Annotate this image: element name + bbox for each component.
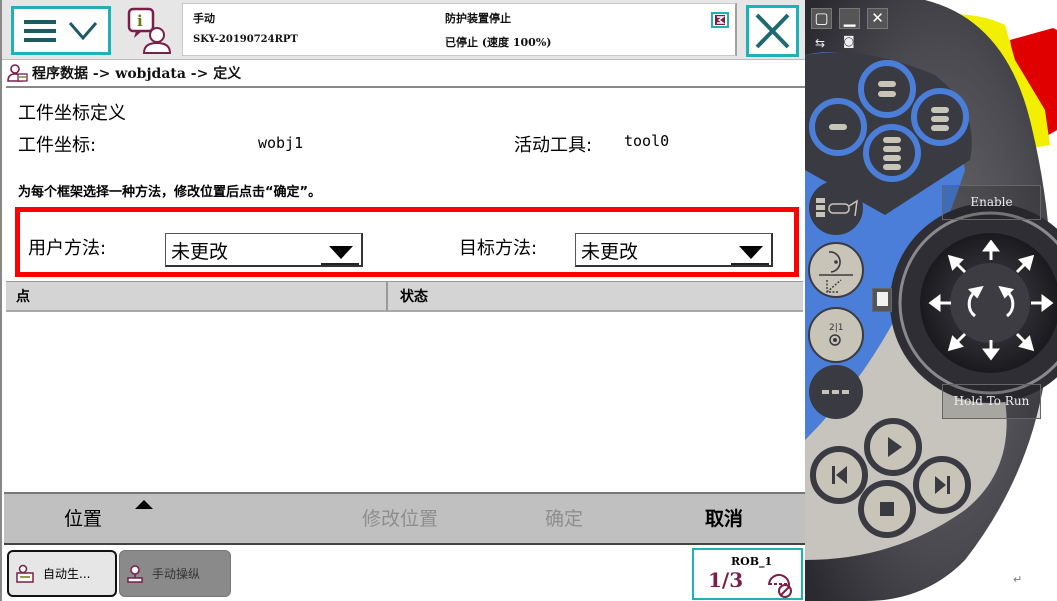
step-forward-button[interactable] xyxy=(913,456,971,514)
select-mechanical-unit-key[interactable] xyxy=(809,181,863,235)
modify-position-button[interactable]: 修改位置 xyxy=(362,504,438,531)
points-table-body xyxy=(6,312,803,492)
run-state: 已停止 (速度 100%) xyxy=(445,36,552,49)
user-method-label: 用户方法: xyxy=(28,238,107,259)
status-panel[interactable]: 手动 SKY-20190724RPT 防护装置停止 已停止 (速度 100%) xyxy=(182,3,737,56)
joystick-arrow-downright-icon xyxy=(1015,332,1035,352)
joystick-arrow-right-icon xyxy=(1031,294,1054,312)
chevron-down-icon xyxy=(68,21,98,40)
restore-window-button[interactable]: ▢ xyxy=(811,8,832,29)
active-tool-label: 活动工具: xyxy=(514,135,593,156)
increment-speed-indicator: 1/3 xyxy=(708,568,744,592)
task-label: 自动生... xyxy=(43,567,91,581)
flexpendant-hardware: ▢ ▁ ✕ ⇆ ◙ 2|1 Enable Hold To Run xyxy=(805,0,1057,601)
toggle-increment-key[interactable] xyxy=(809,365,863,419)
workobject-value: wobj1 xyxy=(258,134,304,152)
breadcrumb-text: 程序数据 -> wobjdata -> 定义 xyxy=(32,66,242,82)
user-method-select[interactable]: 未更改 xyxy=(165,233,363,267)
joystick-arrow-down-icon xyxy=(982,340,1000,361)
jogging-icon xyxy=(127,564,143,583)
header-bar: i 手动 SKY-20190724RPT 防护装置停止 已停止 (速度 100%… xyxy=(2,0,807,60)
taskbar: 自动生... 手动操纵 ROB_1 1/3 xyxy=(4,547,805,601)
instruction-text: 为每个框架选择一种方法，修改位置后点击“确定”。 xyxy=(18,185,322,200)
programmable-key-3[interactable] xyxy=(911,88,969,146)
quickset-button[interactable]: ROB_1 1/3 xyxy=(692,548,803,600)
task-label: 手动操纵 xyxy=(152,567,201,581)
flexpendant-screen: i 手动 SKY-20190724RPT 防护装置停止 已停止 (速度 100%… xyxy=(0,0,807,601)
position-menu-button[interactable]: 位置 xyxy=(64,504,102,531)
step-backward-button[interactable] xyxy=(810,446,868,504)
toggle-axis-group-key[interactable]: 2|1 xyxy=(808,307,864,363)
dropdown-arrow-icon xyxy=(321,238,359,265)
target-method-value: 未更改 xyxy=(581,241,639,263)
joystick-arrow-up-icon xyxy=(982,240,1000,260)
rotate-ccw-icon xyxy=(967,285,984,318)
caret-up-icon xyxy=(135,500,153,509)
svg-text:i: i xyxy=(137,12,143,30)
joystick[interactable] xyxy=(925,240,1057,370)
controller-name: SKY-20190724RPT xyxy=(193,34,298,45)
target-method-label: 目标方法: xyxy=(459,238,538,259)
hotedit-status-icon xyxy=(711,12,729,28)
workobject-label: 工件坐标: xyxy=(18,135,97,156)
programmable-key-1[interactable] xyxy=(809,98,867,156)
ok-button[interactable]: 确定 xyxy=(545,504,583,531)
target-method-select[interactable]: 未更改 xyxy=(575,233,773,267)
joystick-arrow-left-icon xyxy=(928,294,951,312)
method-selection-highlight: 用户方法: 未更改 目标方法: 未更改 xyxy=(15,207,799,277)
points-table-header: 点 状态 xyxy=(6,281,803,312)
svg-text:2|1: 2|1 xyxy=(829,323,843,333)
joystick-arrow-upleft-icon xyxy=(947,254,967,274)
safety-state: 防护装置停止 xyxy=(445,12,511,25)
joystick-arrow-upright-icon xyxy=(1015,254,1035,274)
breadcrumb: 程序数据 -> wobjdata -> 定义 xyxy=(6,60,806,88)
program-data-icon xyxy=(7,64,28,82)
user-method-value: 未更改 xyxy=(171,241,229,263)
operating-mode: 手动 xyxy=(193,12,215,25)
active-mechanical-unit: ROB_1 xyxy=(731,555,773,568)
task-auto-production[interactable]: 自动生... xyxy=(7,550,117,597)
close-window-button[interactable]: ✕ xyxy=(867,8,888,29)
main-menu-button[interactable] xyxy=(11,6,111,55)
programmable-key-2[interactable] xyxy=(858,60,916,118)
programmable-key-4[interactable] xyxy=(863,124,921,182)
stop-button[interactable] xyxy=(858,480,916,538)
hold-to-run-button[interactable]: Hold To Run xyxy=(942,384,1041,419)
joystick-arrow-downleft-icon xyxy=(947,332,967,352)
programmable-keys xyxy=(809,60,969,182)
column-header-point[interactable]: 点 xyxy=(6,282,388,311)
paragraph-return-mark: ↵ xyxy=(1013,573,1023,586)
program-execution-keys xyxy=(810,418,971,538)
usb-port-icon xyxy=(872,288,892,312)
minimize-window-button[interactable]: ▁ xyxy=(839,8,860,29)
toggle-motion-mode-key[interactable] xyxy=(808,242,864,298)
column-header-status[interactable]: 状态 xyxy=(390,282,803,311)
swap-hand-icon[interactable]: ⇆ xyxy=(815,36,825,50)
dropdown-arrow-icon xyxy=(731,238,769,265)
hamburger-icon xyxy=(24,19,56,42)
page-title: 工件坐标定义 xyxy=(18,103,126,124)
production-window-icon xyxy=(16,564,34,583)
active-tool-value: tool0 xyxy=(624,132,670,150)
cancel-button[interactable]: 取消 xyxy=(705,504,743,531)
start-button[interactable] xyxy=(864,418,922,476)
command-bar: 位置 修改位置 确定 取消 xyxy=(4,492,805,545)
run-mode-stopped-icon xyxy=(768,574,792,598)
task-jogging[interactable]: 手动操纵 xyxy=(119,550,231,597)
rotate-cw-icon xyxy=(998,285,1015,318)
close-icon xyxy=(755,13,790,49)
jog-mode-keys: 2|1 xyxy=(808,181,864,419)
enable-device-button[interactable]: Enable xyxy=(942,185,1041,220)
event-log-info-icon[interactable]: i xyxy=(124,6,174,56)
screenshot-camera-icon[interactable]: ◙ xyxy=(843,34,855,48)
close-button[interactable] xyxy=(746,5,799,57)
